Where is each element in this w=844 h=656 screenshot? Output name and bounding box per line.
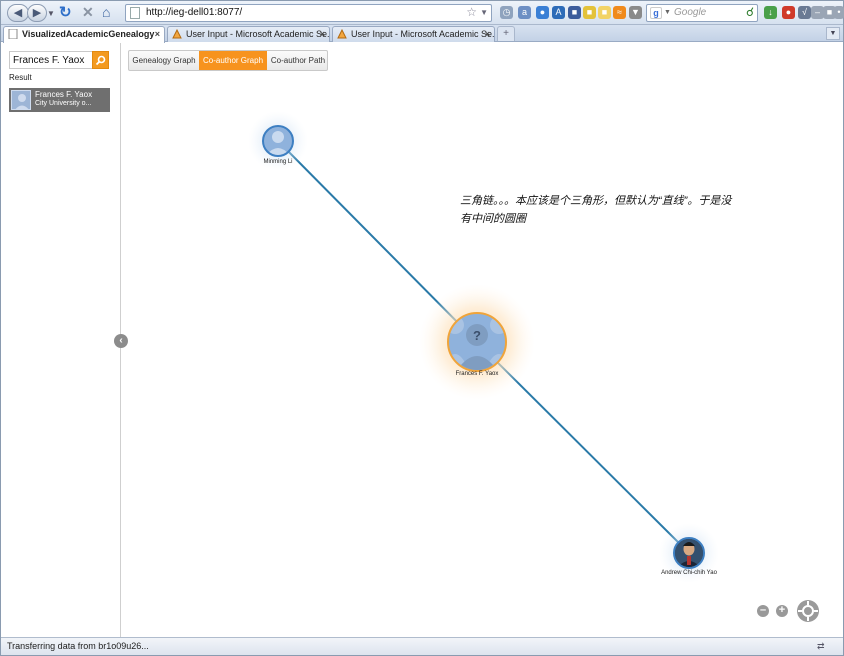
tab-close-icon[interactable]: × [320, 27, 325, 41]
zoom-in-button[interactable]: + [776, 605, 788, 617]
chevron-down-icon: ▼ [829, 30, 837, 37]
view-tab-group: Genealogy Graph Co-author Graph Co-autho… [128, 50, 328, 71]
collapse-sidebar-button[interactable]: ‹ [114, 334, 128, 348]
addon-icon[interactable]: ■ [568, 6, 581, 19]
svg-text:?: ? [473, 328, 481, 343]
history-clock-icon[interactable]: ◷ [500, 6, 513, 19]
google-icon[interactable]: g [650, 7, 662, 19]
page-icon [8, 29, 18, 39]
crosshair-icon [797, 600, 819, 622]
addon-icon[interactable]: ■ [598, 6, 611, 19]
annotation-note: 三角链。。。本应该是个三角形，但默认为“直线”。于是没有中间的圆圈 [460, 195, 732, 225]
status-bar: Transferring data from br1o09u26... ⇄ [1, 637, 843, 655]
addon-icon[interactable]: ● [536, 6, 549, 19]
addon-icon[interactable]: a [518, 6, 531, 19]
page-content: Result Frances F. Yaox City University o… [1, 43, 843, 637]
connection-icon: ⇄ [817, 641, 825, 651]
stop-icon[interactable]: ✕ [82, 4, 96, 21]
tab-title: User Input - Microsoft Academic Se... [351, 29, 495, 39]
author-search-input[interactable] [9, 51, 93, 69]
tab-co-author-path[interactable]: Co-author Path [267, 51, 329, 70]
result-list-item[interactable]: Frances F. Yaox City University o... [9, 88, 110, 112]
search-go-icon[interactable]: ☌ [746, 5, 754, 19]
co-author-graph-canvas[interactable]: ? Minming Li Frances F. Yaox Andrew Chi-… [122, 43, 843, 637]
avatar [11, 90, 31, 110]
search-button[interactable] [92, 51, 109, 69]
download-icon[interactable]: ↓ [764, 6, 777, 19]
author-node-frances-yaox[interactable]: ? [419, 284, 535, 400]
node-label: Minming Li [263, 159, 293, 165]
search-icon [95, 55, 106, 66]
node-label: Andrew Chi-chih Yao [661, 570, 717, 576]
tab-genealogy-graph[interactable]: Genealogy Graph [129, 51, 199, 70]
web-search-box[interactable]: g ▼ Google ☌ [646, 4, 758, 22]
result-name: Frances F. Yaox [35, 90, 93, 99]
addon-icon[interactable]: √ [798, 6, 811, 19]
plus-icon: + [503, 28, 509, 39]
back-button[interactable]: ◀ [7, 4, 29, 22]
rss-icon[interactable]: ≈ [613, 6, 626, 19]
node-label: Frances F. Yaox [455, 371, 499, 377]
history-dropdown-icon[interactable]: ▼ [47, 9, 55, 18]
address-bar[interactable]: http://ieg-dell01:8077/ ☆ ▼ [125, 4, 492, 22]
status-text: Transferring data from br1o09u26... [7, 641, 149, 651]
tab-visualized-academic-genealogy[interactable]: VisualizedAcademicGenealogy × [3, 26, 165, 43]
forward-arrow-icon: ▶ [32, 7, 42, 19]
engine-dropdown-icon[interactable]: ▼ [664, 9, 671, 16]
home-icon[interactable]: ⌂ [102, 4, 118, 21]
academic-search-icon [172, 29, 182, 39]
zoom-out-button[interactable]: – [757, 605, 769, 617]
tab-user-input[interactable]: User Input - Microsoft Academic Se... × [167, 26, 330, 42]
search-sidebar: Result Frances F. Yaox City University o… [1, 43, 121, 637]
addon-icon[interactable]: ■ [583, 6, 596, 19]
tab-close-icon[interactable]: × [155, 27, 160, 41]
addon-icon[interactable]: ▼ [629, 6, 642, 19]
back-arrow-icon: ◀ [13, 7, 23, 19]
url-dropdown-icon[interactable]: ▼ [480, 8, 488, 17]
tab-title: VisualizedAcademicGenealogy [22, 29, 155, 39]
tab-strip: VisualizedAcademicGenealogy × User Input… [1, 25, 843, 43]
chevron-left-icon: ‹ [119, 335, 123, 346]
tab-co-author-graph[interactable]: Co-author Graph [199, 51, 267, 70]
result-affiliation: City University o... [35, 100, 92, 107]
navigation-toolbar: ◀ ▶ ▼ ↻ ✕ ⌂ http://ieg-dell01:8077/ ☆ ▼ … [1, 1, 844, 25]
url-text[interactable]: http://ieg-dell01:8077/ [146, 7, 242, 18]
bookmark-star-icon[interactable]: ☆ [466, 5, 477, 19]
result-heading: Result [9, 73, 32, 82]
academic-search-icon [337, 29, 347, 39]
forward-button[interactable]: ▶ [27, 4, 47, 22]
tab-title: User Input - Microsoft Academic Se... [186, 29, 330, 39]
reload-icon[interactable]: ↻ [59, 4, 75, 21]
browser-window: ◀ ▶ ▼ ↻ ✕ ⌂ http://ieg-dell01:8077/ ☆ ▼ … [0, 0, 844, 656]
tab-list-button[interactable]: ▼ [826, 27, 840, 40]
addon-icon[interactable]: • [834, 6, 844, 19]
tab-user-input[interactable]: User Input - Microsoft Academic Se... × [332, 26, 495, 42]
new-tab-button[interactable]: + [497, 26, 515, 41]
minus-icon: – [759, 604, 767, 616]
plus-icon: + [778, 604, 786, 616]
tab-close-icon[interactable]: × [485, 27, 490, 41]
page-favicon-icon [130, 7, 140, 19]
addon-icon[interactable]: ● [782, 6, 795, 19]
recenter-button[interactable] [796, 599, 820, 623]
addon-icon[interactable]: A [552, 6, 565, 19]
search-placeholder[interactable]: Google [674, 7, 706, 18]
